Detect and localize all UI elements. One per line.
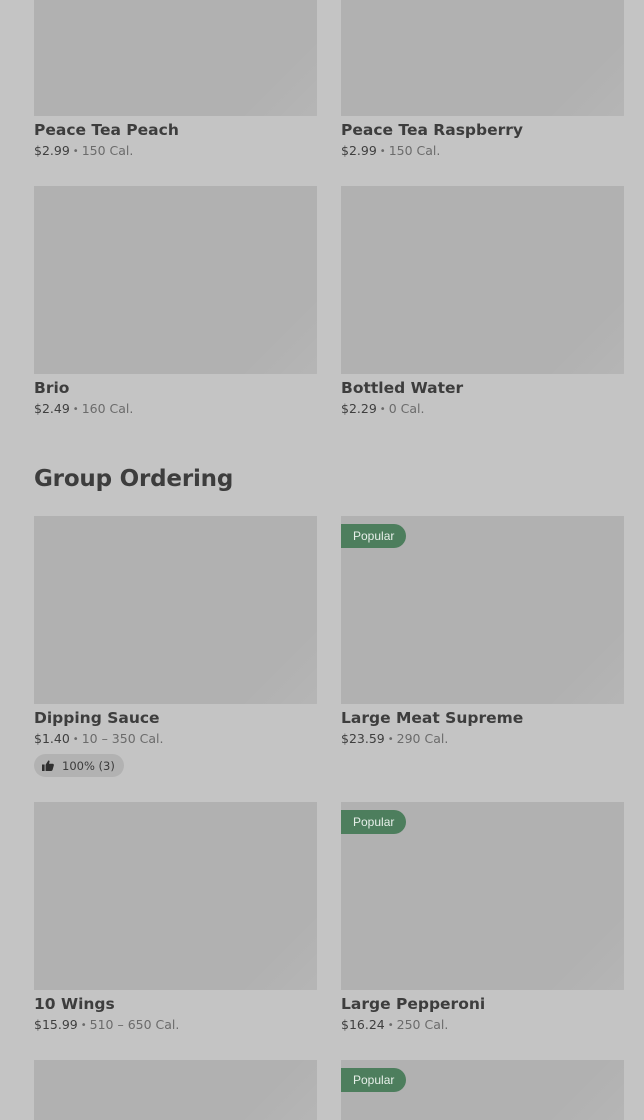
- menu-item-card[interactable]: [34, 1060, 317, 1120]
- item-name: Bottled Water: [341, 379, 464, 397]
- item-calories: 150 Cal.: [81, 143, 134, 158]
- separator: •: [72, 146, 79, 157]
- menu-item-card[interactable]: Popular Large Pepperoni $16.24 • 250 Cal.: [341, 802, 624, 1034]
- item-image-placeholder: [34, 0, 317, 116]
- item-image-placeholder: [34, 186, 317, 374]
- item-price: $2.99: [341, 143, 377, 158]
- item-price: $1.40: [34, 731, 70, 746]
- menu-item-card[interactable]: Bottled Water $2.29 • 0 Cal.: [341, 186, 624, 418]
- item-price: $2.99: [34, 143, 70, 158]
- item-meta: $2.99 • 150 Cal.: [34, 143, 317, 160]
- item-meta: $1.40 • 10 – 350 Cal.: [34, 731, 317, 748]
- item-name: Peace Tea Peach: [34, 121, 179, 139]
- item-price: $15.99: [34, 1017, 78, 1032]
- item-name: 10 Wings: [34, 995, 115, 1013]
- item-image-placeholder: [341, 186, 624, 374]
- separator: •: [387, 734, 394, 745]
- rating-chip: 100% (3): [34, 754, 124, 777]
- item-meta: $15.99 • 510 – 650 Cal.: [34, 1017, 317, 1034]
- item-meta: $23.59 • 290 Cal.: [341, 731, 624, 748]
- menu-page: Peace Tea Peach $2.99 • 150 Cal. Peace Tea…: [0, 0, 644, 1120]
- item-calories: 0 Cal.: [388, 401, 425, 416]
- separator: •: [72, 404, 79, 415]
- item-image-placeholder: [341, 0, 624, 116]
- menu-item-card[interactable]: Peace Tea Peach $2.99 • 150 Cal.: [34, 0, 317, 160]
- menu-item-card[interactable]: Brio $2.49 • 160 Cal.: [34, 186, 317, 418]
- menu-item-card[interactable]: Popular Large Meat Supreme $23.59 • 290 Ca…: [341, 516, 624, 748]
- item-meta: $16.24 • 250 Cal.: [341, 1017, 624, 1034]
- separator: •: [379, 404, 386, 415]
- item-price: $2.29: [341, 401, 377, 416]
- separator: •: [72, 734, 79, 745]
- section-title: Group Ordering: [34, 466, 234, 492]
- item-price: $2.49: [34, 401, 70, 416]
- menu-item-card[interactable]: Dipping Sauce $1.40 • 10 – 350 Cal. 100% (…: [34, 516, 317, 777]
- item-image-placeholder: [34, 516, 317, 704]
- item-image-placeholder: [34, 802, 317, 990]
- item-name: Peace Tea Raspberry: [341, 121, 524, 139]
- item-meta: $2.99 • 150 Cal.: [341, 143, 624, 160]
- thumbs-up-icon: [42, 760, 54, 771]
- item-name: Dipping Sauce: [34, 709, 160, 727]
- menu-item-card[interactable]: 10 Wings $15.99 • 510 – 650 Cal.: [34, 802, 317, 1034]
- separator: •: [379, 146, 386, 157]
- item-name: Brio: [34, 379, 70, 397]
- item-calories: 10 – 350 Cal.: [81, 731, 164, 746]
- popular-badge: Popular: [341, 810, 407, 834]
- item-calories: 290 Cal.: [396, 731, 449, 746]
- menu-item-card[interactable]: Peace Tea Raspberry $2.99 • 150 Cal.: [341, 0, 624, 160]
- separator: •: [80, 1020, 87, 1031]
- rating-text: 100% (3): [62, 758, 115, 773]
- item-meta: $2.29 • 0 Cal.: [341, 401, 624, 418]
- item-calories: 250 Cal.: [396, 1017, 449, 1032]
- item-price: $16.24: [341, 1017, 385, 1032]
- popular-badge: Popular: [341, 524, 407, 548]
- item-name: Large Meat Supreme: [341, 709, 524, 727]
- item-meta: $2.49 • 160 Cal.: [34, 401, 317, 418]
- item-calories: 160 Cal.: [81, 401, 134, 416]
- popular-badge: Popular: [341, 1068, 407, 1092]
- item-price: $23.59: [341, 731, 385, 746]
- item-image-placeholder: [34, 1060, 317, 1120]
- item-calories: 510 – 650 Cal.: [89, 1017, 180, 1032]
- separator: •: [387, 1020, 394, 1031]
- item-calories: 150 Cal.: [388, 143, 441, 158]
- item-name: Large Pepperoni: [341, 995, 486, 1013]
- menu-item-card[interactable]: Popular: [341, 1060, 624, 1120]
